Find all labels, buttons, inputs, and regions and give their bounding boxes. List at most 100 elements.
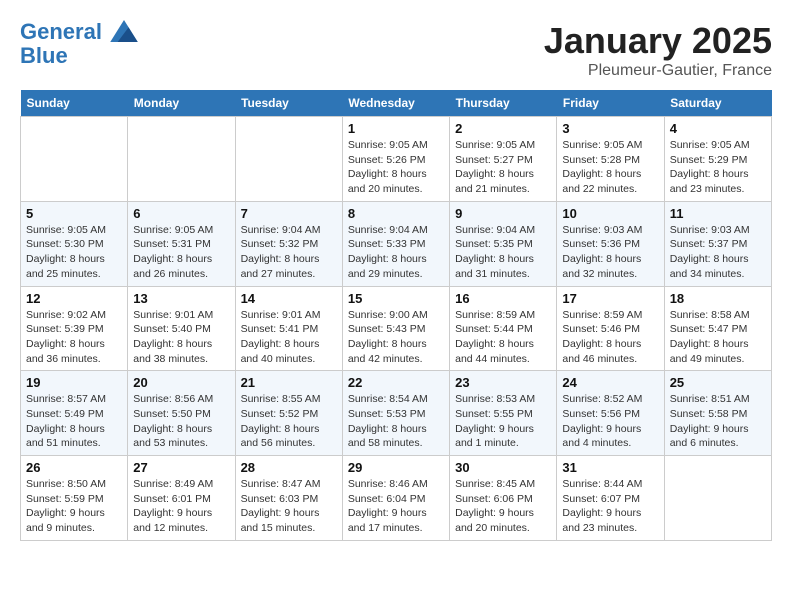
day-number: 16 [455,291,551,306]
page-header: General Blue January 2025 Pleumeur-Gauti… [20,20,772,80]
logo-text: General [20,20,138,44]
weekday-header: Sunday [21,90,128,117]
day-number: 4 [670,121,766,136]
day-number: 13 [133,291,229,306]
day-info: Sunrise: 9:01 AM Sunset: 5:41 PM Dayligh… [241,308,337,367]
calendar-cell: 1Sunrise: 9:05 AM Sunset: 5:26 PM Daylig… [342,117,449,202]
day-info: Sunrise: 8:47 AM Sunset: 6:03 PM Dayligh… [241,477,337,536]
day-number: 5 [26,206,122,221]
day-number: 8 [348,206,444,221]
calendar-cell: 20 Sunrise: 8:56 AM Sunset: 5:50 PM Dayli… [128,371,235,456]
day-number: 19 [26,375,122,390]
calendar-cell: 16Sunrise: 8:59 AM Sunset: 5:44 PM Dayli… [450,286,557,371]
calendar-cell [128,117,235,202]
month-title: January 2025 [544,20,772,62]
calendar-cell: 10 Sunrise: 9:03 AM Sunset: 5:36 PM Dayli… [557,201,664,286]
calendar-cell: 13 Sunrise: 9:01 AM Sunset: 5:40 PM Dayli… [128,286,235,371]
day-info: Sunrise: 8:53 AM Sunset: 5:55 PM Dayligh… [455,392,551,451]
calendar-cell [235,117,342,202]
calendar-cell: 28 Sunrise: 8:47 AM Sunset: 6:03 PM Dayli… [235,456,342,541]
day-number: 28 [241,460,337,475]
day-number: 2 [455,121,551,136]
day-info: Sunrise: 9:04 AM Sunset: 5:35 PM Dayligh… [455,223,551,282]
day-number: 11 [670,206,766,221]
day-info: Sunrise: 8:52 AM Sunset: 5:56 PM Dayligh… [562,392,658,451]
calendar-cell: 5 Sunrise: 9:05 AM Sunset: 5:30 PM Daylig… [21,201,128,286]
day-number: 22 [348,375,444,390]
day-info: Sunrise: 9:00 AM Sunset: 5:43 PM Dayligh… [348,308,444,367]
calendar-cell: 17 Sunrise: 8:59 AM Sunset: 5:46 PM Dayli… [557,286,664,371]
calendar-cell: 19 Sunrise: 8:57 AM Sunset: 5:49 PM Dayli… [21,371,128,456]
day-info: Sunrise: 9:01 AM Sunset: 5:40 PM Dayligh… [133,308,229,367]
day-number: 6 [133,206,229,221]
day-info: Sunrise: 8:50 AM Sunset: 5:59 PM Dayligh… [26,477,122,536]
calendar-cell: 21 Sunrise: 8:55 AM Sunset: 5:52 PM Dayli… [235,371,342,456]
day-number: 30 [455,460,551,475]
location-subtitle: Pleumeur-Gautier, France [544,62,772,80]
calendar-cell: 6 Sunrise: 9:05 AM Sunset: 5:31 PM Daylig… [128,201,235,286]
day-number: 24 [562,375,658,390]
day-number: 20 [133,375,229,390]
calendar-week-row: 12Sunrise: 9:02 AM Sunset: 5:39 PM Dayli… [21,286,772,371]
calendar-table: SundayMondayTuesdayWednesdayThursdayFrid… [20,90,772,541]
day-number: 10 [562,206,658,221]
day-number: 3 [562,121,658,136]
calendar-cell [21,117,128,202]
day-number: 21 [241,375,337,390]
day-info: Sunrise: 8:57 AM Sunset: 5:49 PM Dayligh… [26,392,122,451]
day-number: 17 [562,291,658,306]
day-number: 23 [455,375,551,390]
calendar-cell: 23 Sunrise: 8:53 AM Sunset: 5:55 PM Dayli… [450,371,557,456]
logo-blue: Blue [20,44,138,68]
day-info: Sunrise: 8:45 AM Sunset: 6:06 PM Dayligh… [455,477,551,536]
calendar-cell: 8 Sunrise: 9:04 AM Sunset: 5:33 PM Daylig… [342,201,449,286]
weekday-header-row: SundayMondayTuesdayWednesdayThursdayFrid… [21,90,772,117]
day-info: Sunrise: 8:51 AM Sunset: 5:58 PM Dayligh… [670,392,766,451]
calendar-cell: 3 Sunrise: 9:05 AM Sunset: 5:28 PM Daylig… [557,117,664,202]
logo: General Blue [20,20,138,68]
calendar-week-row: 5 Sunrise: 9:05 AM Sunset: 5:30 PM Daylig… [21,201,772,286]
day-info: Sunrise: 9:03 AM Sunset: 5:37 PM Dayligh… [670,223,766,282]
day-info: Sunrise: 8:56 AM Sunset: 5:50 PM Dayligh… [133,392,229,451]
calendar-cell: 7 Sunrise: 9:04 AM Sunset: 5:32 PM Daylig… [235,201,342,286]
day-number: 29 [348,460,444,475]
weekday-header: Wednesday [342,90,449,117]
day-number: 31 [562,460,658,475]
day-info: Sunrise: 9:05 AM Sunset: 5:28 PM Dayligh… [562,138,658,197]
day-info: Sunrise: 9:04 AM Sunset: 5:32 PM Dayligh… [241,223,337,282]
day-info: Sunrise: 9:04 AM Sunset: 5:33 PM Dayligh… [348,223,444,282]
calendar-cell: 18 Sunrise: 8:58 AM Sunset: 5:47 PM Dayli… [664,286,771,371]
calendar-cell: 15Sunrise: 9:00 AM Sunset: 5:43 PM Dayli… [342,286,449,371]
day-info: Sunrise: 9:02 AM Sunset: 5:39 PM Dayligh… [26,308,122,367]
calendar-cell: 31Sunrise: 8:44 AM Sunset: 6:07 PM Dayli… [557,456,664,541]
day-number: 1 [348,121,444,136]
calendar-cell [664,456,771,541]
day-info: Sunrise: 8:49 AM Sunset: 6:01 PM Dayligh… [133,477,229,536]
calendar-cell: 11 Sunrise: 9:03 AM Sunset: 5:37 PM Dayli… [664,201,771,286]
calendar-cell: 12Sunrise: 9:02 AM Sunset: 5:39 PM Dayli… [21,286,128,371]
day-number: 7 [241,206,337,221]
calendar-cell: 29Sunrise: 8:46 AM Sunset: 6:04 PM Dayli… [342,456,449,541]
calendar-cell: 27Sunrise: 8:49 AM Sunset: 6:01 PM Dayli… [128,456,235,541]
day-info: Sunrise: 8:55 AM Sunset: 5:52 PM Dayligh… [241,392,337,451]
day-info: Sunrise: 8:59 AM Sunset: 5:46 PM Dayligh… [562,308,658,367]
weekday-header: Monday [128,90,235,117]
weekday-header: Tuesday [235,90,342,117]
day-info: Sunrise: 9:05 AM Sunset: 5:31 PM Dayligh… [133,223,229,282]
calendar-cell: 25 Sunrise: 8:51 AM Sunset: 5:58 PM Dayli… [664,371,771,456]
day-number: 25 [670,375,766,390]
day-number: 18 [670,291,766,306]
calendar-week-row: 19 Sunrise: 8:57 AM Sunset: 5:49 PM Dayli… [21,371,772,456]
day-info: Sunrise: 9:03 AM Sunset: 5:36 PM Dayligh… [562,223,658,282]
weekday-header: Saturday [664,90,771,117]
day-info: Sunrise: 9:05 AM Sunset: 5:27 PM Dayligh… [455,138,551,197]
calendar-cell: 24 Sunrise: 8:52 AM Sunset: 5:56 PM Dayli… [557,371,664,456]
day-info: Sunrise: 8:54 AM Sunset: 5:53 PM Dayligh… [348,392,444,451]
day-info: Sunrise: 9:05 AM Sunset: 5:30 PM Dayligh… [26,223,122,282]
title-block: January 2025 Pleumeur-Gautier, France [544,20,772,80]
weekday-header: Thursday [450,90,557,117]
calendar-cell: 26Sunrise: 8:50 AM Sunset: 5:59 PM Dayli… [21,456,128,541]
calendar-cell: 2 Sunrise: 9:05 AM Sunset: 5:27 PM Daylig… [450,117,557,202]
day-info: Sunrise: 8:58 AM Sunset: 5:47 PM Dayligh… [670,308,766,367]
calendar-week-row: 26Sunrise: 8:50 AM Sunset: 5:59 PM Dayli… [21,456,772,541]
